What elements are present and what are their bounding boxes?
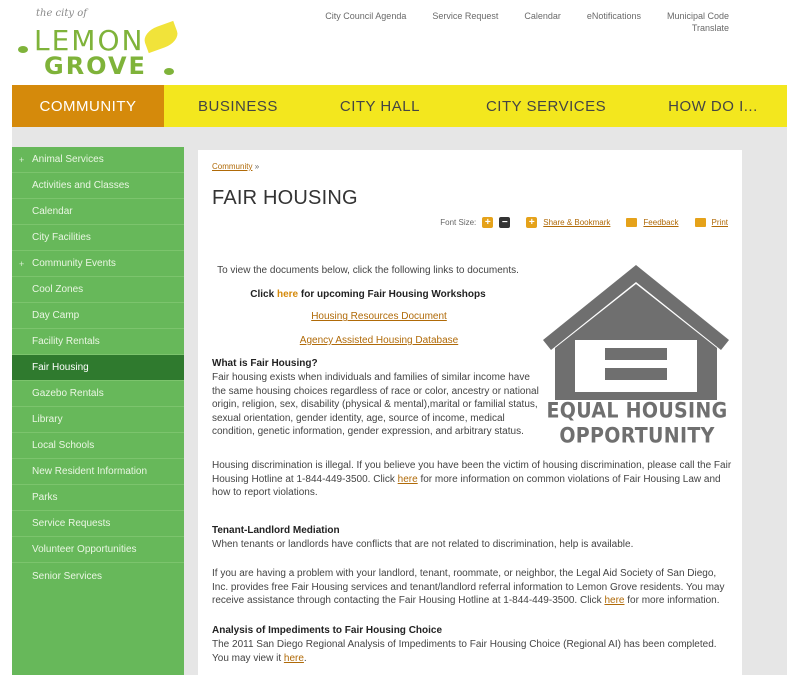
- eho-text-line1: EQUAL HOUSING: [546, 398, 728, 424]
- workshops-pre: Click: [250, 289, 275, 300]
- tenant-body: When tenants or landlords have conflicts…: [212, 539, 634, 550]
- sidebar-item-library[interactable]: Library: [12, 407, 184, 433]
- expand-plus-icon[interactable]: +: [19, 155, 24, 165]
- sidebar-item-label: Service Requests: [32, 518, 111, 529]
- logo-tagline: the city of: [36, 8, 87, 19]
- utility-links: City Council Agenda Service Request Cale…: [325, 11, 729, 21]
- sidebar-item-label: Fair Housing: [32, 362, 89, 373]
- share-bookmark-link[interactable]: Share & Bookmark: [543, 218, 610, 227]
- breadcrumb: Community »: [212, 162, 259, 171]
- sidebar-item-label: Cool Zones: [32, 284, 84, 295]
- analysis-paragraph: The 2011 San Diego Regional Analysis of …: [212, 638, 732, 665]
- sidebar-item-parks[interactable]: Parks: [12, 485, 184, 511]
- sidebar-item-animal-services[interactable]: + Animal Services: [12, 147, 184, 173]
- analysis-heading: Analysis of Impediments to Fair Housing …: [212, 625, 443, 636]
- sidebar-item-label: Activities and Classes: [32, 180, 130, 191]
- sidebar-item-label: Senior Services: [32, 570, 103, 582]
- agency-database-link[interactable]: Agency Assisted Housing Database: [300, 335, 458, 346]
- breadcrumb-separator: »: [254, 162, 260, 171]
- sidebar-item-label: Parks: [32, 492, 58, 503]
- sidebar-item-facility-rentals[interactable]: Facility Rentals: [12, 329, 184, 355]
- link-service-request[interactable]: Service Request: [432, 11, 498, 21]
- sidebar-item-volunteer[interactable]: Volunteer Opportunities: [12, 537, 184, 563]
- sidebar-item-activities[interactable]: Activities and Classes: [12, 173, 184, 199]
- problem-post: for more information.: [627, 595, 720, 606]
- sidebar-item-label: City Facilities: [32, 232, 91, 243]
- logo-dot-icon: [18, 46, 28, 53]
- doc-link-wrap: Agency Assisted Housing Database: [198, 334, 560, 348]
- workshops-line: Click here for upcoming Fair Housing Wor…: [198, 288, 538, 302]
- nav-city-hall[interactable]: CITY HALL: [340, 85, 420, 127]
- problem-paragraph: If you are having a problem with your la…: [212, 567, 732, 608]
- breadcrumb-community[interactable]: Community: [212, 162, 252, 171]
- nav-city-services[interactable]: CITY SERVICES: [486, 85, 606, 127]
- sidebar-item-community-events[interactable]: + Community Events: [12, 251, 184, 277]
- sidebar-item-cool-zones[interactable]: Cool Zones: [12, 277, 184, 303]
- share-plus-icon[interactable]: +: [526, 217, 538, 228]
- expand-plus-icon[interactable]: +: [19, 259, 24, 269]
- link-city-council-agenda[interactable]: City Council Agenda: [325, 11, 406, 21]
- translate-link[interactable]: Translate: [692, 23, 729, 33]
- problem-here-link[interactable]: here: [604, 595, 624, 606]
- sidebar-item-service-requests[interactable]: Service Requests: [12, 511, 184, 537]
- what-heading: What is Fair Housing?: [212, 358, 318, 369]
- analysis-here-link[interactable]: here: [284, 653, 304, 664]
- sidebar-item-local-schools[interactable]: Local Schools: [12, 433, 184, 459]
- nav-how-do-i[interactable]: HOW DO I...: [668, 85, 758, 127]
- nav-divider: [12, 127, 787, 147]
- housing-resources-link[interactable]: Housing Resources Document: [311, 311, 447, 322]
- workshops-here-link[interactable]: here: [277, 289, 298, 300]
- nav-community[interactable]: COMMUNITY: [12, 85, 164, 127]
- font-size-label: Font Size:: [440, 218, 477, 227]
- eho-text-line2: OPPORTUNITY: [559, 423, 715, 449]
- sidebar-item-city-facilities[interactable]: City Facilities: [12, 225, 184, 251]
- sidebar-item-label: Library: [32, 414, 63, 425]
- logo-dot-icon: [164, 68, 174, 75]
- font-increase-button[interactable]: +: [482, 217, 494, 228]
- discrimination-paragraph: Housing discrimination is illegal. If yo…: [212, 459, 732, 500]
- sidebar-item-label: Community Events: [32, 258, 116, 269]
- doc-link-wrap: Housing Resources Document: [198, 310, 560, 324]
- intro-text: To view the documents below, click the f…: [217, 265, 519, 276]
- discrimination-here-link[interactable]: here: [398, 474, 418, 485]
- sidebar-item-label: New Resident Information: [32, 466, 148, 477]
- page-title: FAIR HOUSING: [212, 187, 358, 209]
- sidebar-item-label: Volunteer Opportunities: [32, 544, 137, 555]
- link-calendar[interactable]: Calendar: [524, 11, 561, 21]
- print-link[interactable]: Print: [712, 218, 728, 227]
- analysis-post: .: [303, 652, 307, 664]
- what-body: Fair housing exists when individuals and…: [212, 372, 539, 437]
- sidebar-item-label: Animal Services: [32, 154, 104, 165]
- sidebar-item-label: Facility Rentals: [32, 336, 100, 347]
- sidebar: + Animal Services Activities and Classes …: [12, 147, 184, 675]
- sidebar-item-calendar[interactable]: Calendar: [12, 199, 184, 225]
- sidebar-item-label: Local Schools: [32, 440, 95, 451]
- sidebar-item-senior-services[interactable]: Senior Services: [12, 563, 184, 589]
- sidebar-item-fair-housing[interactable]: Fair Housing: [12, 355, 184, 381]
- logo-grove-text: GROVE: [44, 52, 147, 80]
- nav-business[interactable]: BUSINESS: [198, 85, 278, 127]
- site-header: the city of LEMON GROVE City Council Age…: [0, 0, 791, 84]
- lemon-leaf-icon: [141, 20, 181, 54]
- sidebar-item-label: Gazebo Rentals: [32, 388, 104, 399]
- tenant-heading: Tenant-Landlord Mediation: [212, 525, 340, 536]
- link-municipal-code[interactable]: Municipal Code: [667, 11, 729, 21]
- feedback-link[interactable]: Feedback: [643, 218, 678, 227]
- sidebar-item-gazebo-rentals[interactable]: Gazebo Rentals: [12, 381, 184, 407]
- sidebar-item-label: Day Camp: [32, 310, 80, 321]
- workshops-post: for upcoming Fair Housing Workshops: [300, 289, 486, 300]
- print-icon[interactable]: [694, 218, 706, 227]
- font-decrease-button[interactable]: −: [499, 217, 511, 228]
- sidebar-item-label: Calendar: [32, 206, 73, 217]
- content-panel: Community » FAIR HOUSING Font Size: + − …: [198, 150, 742, 675]
- link-enotifications[interactable]: eNotifications: [587, 11, 641, 21]
- main-nav: COMMUNITY BUSINESS CITY HALL CITY SERVIC…: [12, 85, 787, 127]
- sidebar-item-new-resident[interactable]: New Resident Information: [12, 459, 184, 485]
- feedback-icon[interactable]: [626, 218, 638, 227]
- sidebar-item-day-camp[interactable]: Day Camp: [12, 303, 184, 329]
- city-logo[interactable]: the city of LEMON GROVE: [14, 6, 184, 80]
- page-tools: Font Size: + − + Share & Bookmark Feedba…: [440, 217, 728, 228]
